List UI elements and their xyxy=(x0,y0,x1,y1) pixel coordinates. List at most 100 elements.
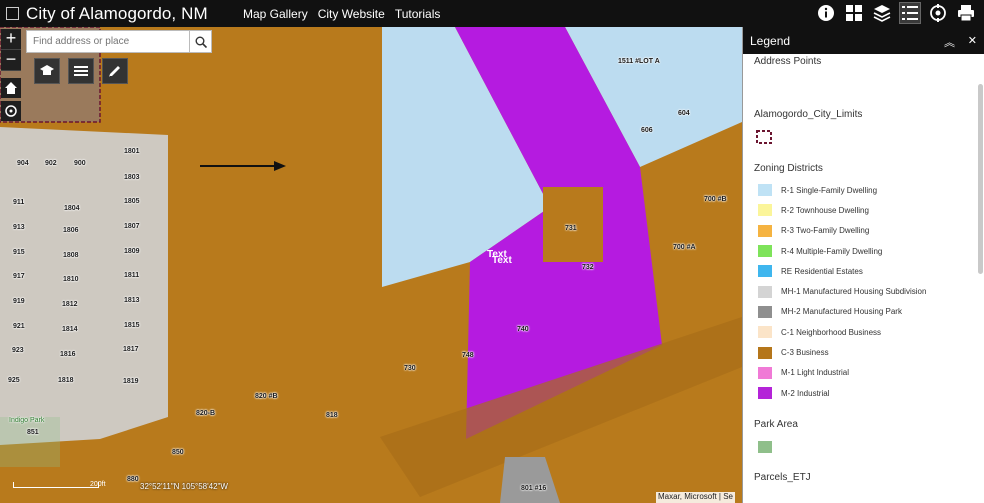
list-select-icon xyxy=(74,66,88,76)
parcel-label: 740 xyxy=(517,326,529,333)
parcel-tools-icon[interactable] xyxy=(928,3,948,23)
parcel-label: 1817 xyxy=(123,346,139,353)
parcel-label: 1809 xyxy=(124,248,140,255)
app-logo-icon xyxy=(6,7,19,20)
parcel-label: 820-B xyxy=(196,410,216,417)
zoning-legend-list: R-1 Single-Family Dwelling R-2 Townhouse … xyxy=(754,180,979,403)
parcel-label: 1815 xyxy=(124,322,140,329)
legend-scrollbar[interactable] xyxy=(978,84,983,274)
coordinates-display: 32°52'11"N 105°58'42"W xyxy=(140,482,228,491)
parcel-label: 915 xyxy=(13,249,25,256)
parcel-label: 1816 xyxy=(60,351,76,358)
zoning-legend-item: M-2 Industrial xyxy=(754,383,979,403)
parcel-label: 923 xyxy=(12,347,24,354)
basemap-gallery-icon[interactable] xyxy=(844,3,864,23)
zoning-label: C-1 Neighborhood Business xyxy=(781,327,882,337)
zoning-swatch xyxy=(758,204,772,217)
select-button[interactable] xyxy=(68,58,94,84)
collapse-icon[interactable]: ︽ xyxy=(944,34,955,50)
locate-icon xyxy=(5,105,17,117)
parcel-label: 606 xyxy=(641,127,653,134)
park-area-swatch xyxy=(758,441,772,453)
parcel-label: 1819 xyxy=(123,378,139,385)
parcel-label: 732 xyxy=(582,264,594,271)
text-marker: Text xyxy=(492,255,512,266)
parcel-label: 904 xyxy=(17,160,29,167)
zoning-swatch xyxy=(758,245,772,258)
zoning-legend-item: MH-2 Manufactured Housing Park xyxy=(754,302,979,322)
legend-layer-title: Park Area xyxy=(754,419,798,430)
parcel-label: 925 xyxy=(8,377,20,384)
zoning-swatch xyxy=(758,366,772,379)
zoom-control: + − xyxy=(1,29,21,71)
zoom-in-button[interactable]: + xyxy=(1,29,21,50)
parcel-label: 1814 xyxy=(62,326,78,333)
parcel-label: 700 #A xyxy=(673,244,696,251)
parcel-label: 851 xyxy=(27,429,39,436)
parcel-label: 902 xyxy=(45,160,57,167)
park-label: Indigo Park xyxy=(9,417,45,424)
nav-city-website[interactable]: City Website xyxy=(318,7,385,21)
nav-tutorials[interactable]: Tutorials xyxy=(395,7,441,21)
search-input[interactable] xyxy=(27,32,189,51)
map-attribution: Maxar, Microsoft | Se xyxy=(656,492,735,503)
legend-header: Legend ︽ ✕ xyxy=(743,27,984,54)
legend-icon[interactable] xyxy=(899,2,921,24)
zoning-swatch xyxy=(758,326,772,339)
zoning-swatch xyxy=(758,305,772,318)
parcel-label: 1803 xyxy=(124,174,140,181)
zoning-label: R-3 Two-Family Dwelling xyxy=(781,226,870,236)
zoning-swatch xyxy=(758,184,772,197)
nav-map-gallery[interactable]: Map Gallery xyxy=(243,7,308,21)
zoning-legend-item: C-1 Neighborhood Business xyxy=(754,322,979,342)
map-view[interactable]: 904 902 900 1801 1803 911 1804 1805 913 … xyxy=(0,27,742,503)
zoning-legend-item: MH-1 Manufactured Housing Subdivision xyxy=(754,281,979,301)
parcel-label: 818 xyxy=(326,412,338,419)
parcel-label: 911 xyxy=(13,199,25,206)
parcel-label: 1806 xyxy=(63,227,79,234)
print-icon[interactable] xyxy=(956,3,976,23)
parcel-label: 748 xyxy=(462,352,474,359)
legend-body[interactable]: Address Points Alamogordo_City_Limits Zo… xyxy=(743,54,984,503)
zoning-label: MH-1 Manufactured Housing Subdivision xyxy=(781,287,927,297)
parcel-label: 700 #B xyxy=(704,196,727,203)
zoning-swatch xyxy=(758,265,772,278)
zoning-swatch xyxy=(758,285,772,298)
zoning-label: R-1 Single-Family Dwelling xyxy=(781,185,878,195)
zoning-label: M-1 Light Industrial xyxy=(781,368,850,378)
mh-residential-block xyxy=(0,127,168,445)
info-icon[interactable] xyxy=(816,3,836,23)
layers-icon[interactable] xyxy=(872,3,892,23)
zoning-swatch xyxy=(758,224,772,237)
parcel-label: 1810 xyxy=(63,276,79,283)
top-nav: Map Gallery City Website Tutorials xyxy=(243,0,440,27)
scale-label: 200ft xyxy=(90,481,106,488)
locate-button[interactable] xyxy=(1,101,21,121)
zoning-label: R-4 Multiple-Family Dwelling xyxy=(781,246,883,256)
legend-layer-title: Alamogordo_City_Limits xyxy=(754,109,863,120)
legend-title: Legend xyxy=(750,33,791,48)
zoning-legend-item: M-1 Light Industrial xyxy=(754,363,979,383)
parcel-label: 917 xyxy=(13,273,25,280)
measure-button[interactable] xyxy=(34,58,60,84)
parcel-label: 1805 xyxy=(124,198,140,205)
app-title: City of Alamogordo, NM xyxy=(26,3,208,23)
draw-button[interactable] xyxy=(102,58,128,84)
parcel-label: 1801 xyxy=(124,148,140,155)
search-button[interactable] xyxy=(189,31,211,52)
close-icon[interactable]: ✕ xyxy=(968,34,977,47)
parcel-label: 1807 xyxy=(124,223,140,230)
parcel-label: 604 xyxy=(678,110,690,117)
parcel-label: 921 xyxy=(13,323,25,330)
zoning-map xyxy=(0,27,742,503)
parcel-label: 919 xyxy=(13,298,25,305)
parcel-label: 801 #16 xyxy=(521,485,547,492)
zoom-out-button[interactable]: − xyxy=(1,50,21,71)
parcel-label: 820 #B xyxy=(255,393,278,400)
zoning-label: M-2 Industrial xyxy=(781,388,830,398)
zoning-label: RE Residential Estates xyxy=(781,266,863,276)
parcel-label: 730 xyxy=(404,365,416,372)
home-button[interactable] xyxy=(1,78,21,98)
zoning-swatch xyxy=(758,387,772,400)
parcel-label: 1812 xyxy=(62,301,78,308)
